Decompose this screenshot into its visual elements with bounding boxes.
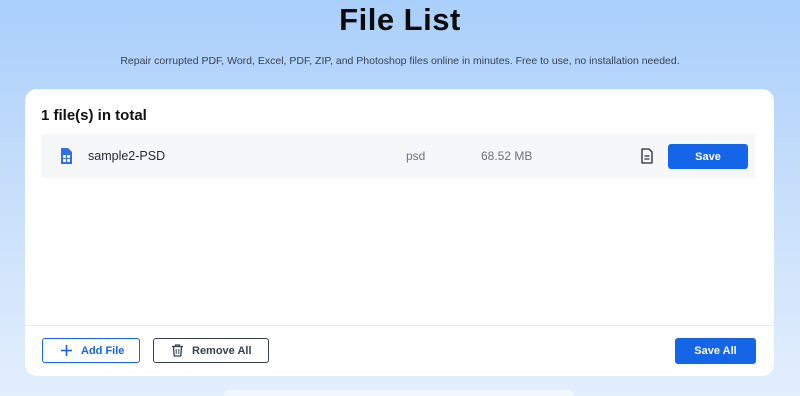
trash-icon: [172, 344, 183, 357]
file-size: 68.52 MB: [481, 149, 533, 163]
page-subtitle: Repair corrupted PDF, Word, Excel, PDF, …: [120, 55, 680, 67]
plus-icon: [61, 345, 72, 356]
page-title: File List: [339, 2, 461, 37]
file-name: sample2-PSD: [88, 149, 166, 163]
add-file-button-content: Add File: [43, 339, 139, 362]
footer-divider: [25, 325, 774, 326]
remove-all-button[interactable]: Remove All: [153, 338, 269, 363]
bottom-panel-edge: [224, 390, 574, 396]
file-row: sample2-PSD psd 68.52 MB Save: [41, 134, 755, 178]
save-button[interactable]: Save: [668, 144, 748, 169]
add-file-button[interactable]: Add File: [42, 338, 140, 363]
remove-all-label: Remove All: [192, 345, 252, 357]
save-all-button[interactable]: Save All: [675, 338, 756, 364]
file-type: psd: [406, 149, 426, 163]
file-list-card: 1 file(s) in total sample2-PSD psd 68.52…: [25, 89, 774, 376]
remove-all-button-content: Remove All: [154, 339, 268, 362]
document-preview-icon[interactable]: [640, 148, 654, 164]
file-list-page: File List Repair corrupted PDF, Word, Ex…: [0, 0, 800, 396]
psd-file-icon: [61, 148, 72, 164]
add-file-label: Add File: [81, 345, 125, 357]
file-count-heading: 1 file(s) in total: [41, 107, 147, 124]
